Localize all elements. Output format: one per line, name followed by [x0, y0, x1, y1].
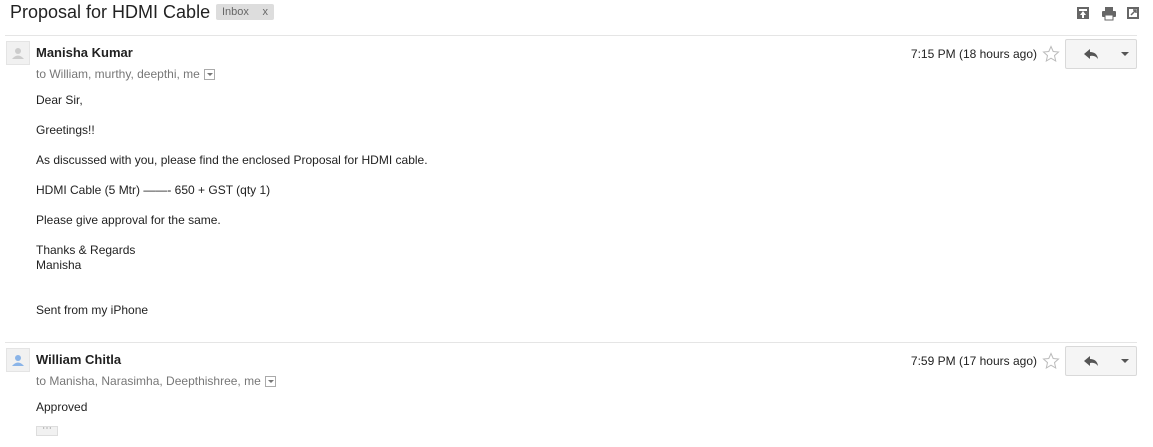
body-line: Please give approval for the same. [36, 213, 221, 227]
reply-button-group [1065, 346, 1137, 376]
label-name: Inbox [222, 6, 249, 18]
sender-name[interactable]: Manisha Kumar [36, 45, 133, 61]
message-2: William Chitla to Manisha, Narasimha, De… [0, 342, 1153, 447]
reply-icon [1084, 356, 1098, 366]
print-icon[interactable] [1101, 5, 1117, 21]
collapse-all-icon[interactable] [1075, 5, 1091, 21]
person-icon [12, 355, 24, 366]
reply-button-group [1065, 39, 1137, 69]
sender-avatar [6, 348, 30, 372]
message-1: Manisha Kumar to William, murthy, deepth… [0, 35, 1153, 341]
body-signature: Manisha [36, 258, 82, 272]
body-signoff: Thanks & Regards [36, 243, 136, 257]
show-trimmed-content-button[interactable]: ⋯ [36, 424, 58, 436]
recipients: to Manisha, Narasimha, Deepthishree, me [36, 373, 276, 389]
more-options-button[interactable] [1113, 39, 1137, 69]
remove-label-button[interactable]: x [263, 4, 269, 20]
body-line: Approved [36, 400, 88, 414]
recipients: to William, murthy, deepthi, me [36, 66, 215, 82]
message-time: 7:59 PM (17 hours ago) [910, 354, 1037, 368]
recipients-text: to William, murthy, deepthi, me [36, 67, 200, 81]
star-icon[interactable] [1042, 45, 1060, 63]
reply-icon [1084, 49, 1098, 59]
person-icon [12, 48, 24, 59]
thread-header: Proposal for HDMI Cable Inbox x [10, 0, 1153, 24]
reply-button[interactable] [1065, 39, 1115, 69]
message-time: 7:15 PM (18 hours ago) [910, 47, 1037, 61]
body-line: Greetings!! [36, 123, 95, 137]
thread-subject: Proposal for HDMI Cable [10, 2, 211, 22]
star-icon[interactable] [1042, 352, 1060, 370]
inbox-label-chip[interactable]: Inbox x [216, 4, 274, 20]
show-details-icon[interactable] [264, 376, 276, 387]
body-line: As discussed with you, please find the e… [36, 153, 428, 167]
reply-button[interactable] [1065, 346, 1115, 376]
new-window-icon[interactable] [1125, 5, 1141, 21]
sender-name[interactable]: William Chitla [36, 352, 121, 368]
sender-avatar [6, 41, 30, 65]
more-options-button[interactable] [1113, 346, 1137, 376]
recipients-text: to Manisha, Narasimha, Deepthishree, me [36, 374, 261, 388]
body-greeting: Dear Sir, [36, 93, 83, 107]
body-footer: Sent from my iPhone [36, 303, 149, 317]
show-details-icon[interactable] [203, 69, 215, 80]
body-line: HDMI Cable (5 Mtr) ——- 650 + GST (qty 1) [36, 183, 271, 197]
